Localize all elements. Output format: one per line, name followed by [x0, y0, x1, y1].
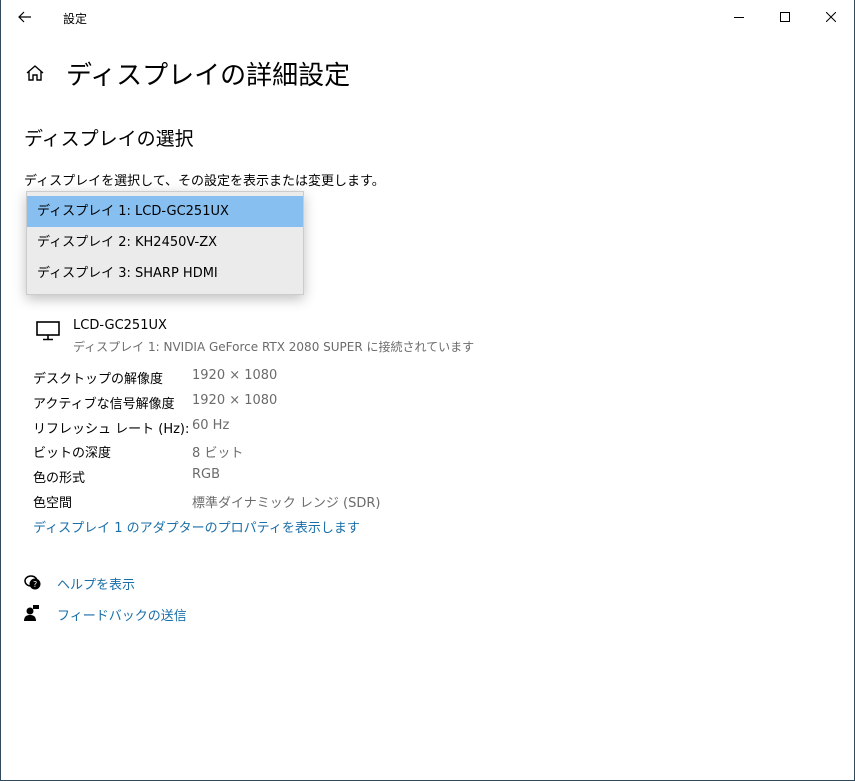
info-label: 色空間 — [33, 496, 73, 511]
info-value: 8 ビット — [192, 446, 244, 461]
info-label: リフレッシュ レート (Hz): — [33, 422, 190, 437]
display-name: LCD-GC251UX — [73, 318, 167, 333]
page-title: ディスプレイの詳細設定 — [66, 61, 351, 91]
home-icon — [26, 65, 44, 81]
home-button[interactable] — [25, 64, 45, 86]
window-title: 設定 — [63, 12, 88, 26]
info-label: デスクトップの解像度 — [33, 372, 164, 387]
info-label: ビットの深度 — [33, 446, 112, 461]
close-button[interactable] — [808, 0, 854, 34]
svg-text:?: ? — [33, 580, 37, 589]
display-subtitle: ディスプレイ 1: NVIDIA GeForce RTX 2080 SUPER … — [73, 340, 475, 354]
arrow-left-icon — [18, 11, 31, 23]
info-label: アクティブな信号解像度 — [33, 397, 175, 412]
info-value: RGB — [192, 467, 221, 482]
help-icon: ? — [24, 574, 42, 595]
section-title: ディスプレイの選択 — [24, 128, 194, 150]
info-value: 標準ダイナミック レンジ (SDR) — [192, 496, 381, 511]
window-frame — [0, 0, 855, 781]
minimize-button[interactable] — [716, 0, 762, 34]
info-value: 1920 × 1080 — [192, 393, 278, 408]
dropdown-option-display-1[interactable]: ディスプレイ 1: LCD-GC251UX — [27, 196, 303, 227]
maximize-button[interactable] — [762, 0, 808, 34]
feedback-icon — [24, 604, 40, 626]
info-value: 60 Hz — [192, 418, 230, 433]
back-button[interactable] — [2, 0, 48, 34]
info-value: 1920 × 1080 — [192, 368, 278, 383]
info-label: 色の形式 — [33, 471, 86, 486]
section-description: ディスプレイを選択して、その設定を表示または変更します。 — [24, 174, 385, 189]
adapter-properties-link[interactable]: ディスプレイ 1 のアダプターのプロパティを表示します — [33, 517, 360, 536]
display-select-dropdown[interactable]: ディスプレイ 1: LCD-GC251UX ディスプレイ 2: KH2450V-… — [26, 191, 304, 295]
minimize-icon — [734, 17, 744, 18]
dropdown-option-display-3[interactable]: ディスプレイ 3: SHARP HDMI — [27, 258, 303, 289]
dropdown-option-display-2[interactable]: ディスプレイ 2: KH2450V-ZX — [27, 227, 303, 258]
maximize-icon — [780, 12, 790, 22]
close-icon — [826, 12, 836, 22]
monitor-icon — [36, 321, 60, 345]
feedback-link[interactable]: フィードバックの送信 — [57, 605, 187, 624]
help-link[interactable]: ヘルプを表示 — [57, 574, 135, 593]
